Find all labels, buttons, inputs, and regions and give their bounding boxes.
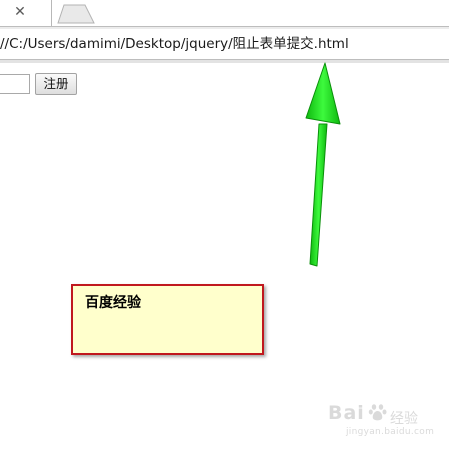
tab-strip: ✕ xyxy=(0,0,449,29)
note-box: 百度经验 xyxy=(71,284,264,355)
note-text: 百度经验 xyxy=(85,295,141,311)
tab-close-icon[interactable]: ✕ xyxy=(13,4,27,20)
address-bar[interactable]: //C:/Users/damimi/Desktop/jquery/阻止表单提交.… xyxy=(0,29,449,59)
watermark-brand: Bai xyxy=(328,402,365,424)
register-button[interactable]: 注册 xyxy=(35,73,77,95)
baidu-paw-icon xyxy=(368,404,387,421)
new-tab-button[interactable] xyxy=(57,4,97,24)
active-tab[interactable]: ✕ xyxy=(0,0,52,28)
screenshot-root: ✕ //C:/Users/damimi/Desktop/jquery/阻止表单提… xyxy=(0,0,449,456)
text-input[interactable] xyxy=(0,74,30,94)
toolbar-divider xyxy=(0,59,449,63)
watermark-label: 经验 xyxy=(390,411,418,427)
watermark: Bai 经验 jingyan.baidu.com xyxy=(328,398,446,444)
annotation-arrow xyxy=(305,62,341,267)
url-text[interactable]: //C:/Users/damimi/Desktop/jquery/阻止表单提交.… xyxy=(0,35,349,53)
watermark-url: jingyan.baidu.com xyxy=(346,427,435,437)
